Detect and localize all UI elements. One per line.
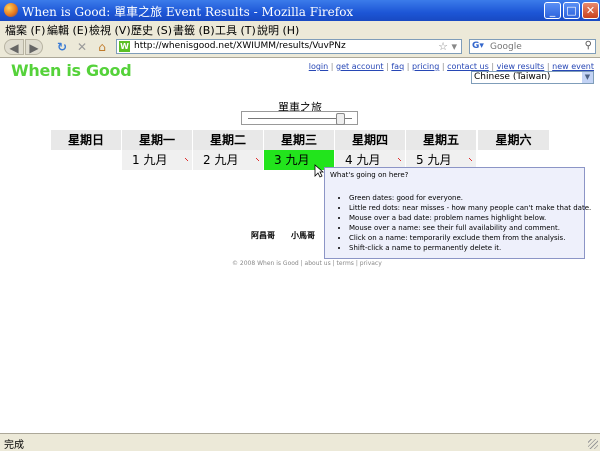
participant-name-1[interactable]: 阿昌哥 <box>251 230 275 241</box>
day-header-friday: 星期五 <box>406 130 476 150</box>
title-bar: When is Good: 單車之旅 Event Results - Mozil… <box>0 0 600 21</box>
slider-thumb[interactable] <box>335 113 345 125</box>
footer: © 2008 When is Good | about us | terms |… <box>232 260 382 267</box>
reload-icon[interactable]: ↻ <box>54 39 70 55</box>
date-cell-1[interactable]: 1 九月 <box>122 150 192 170</box>
url-text[interactable]: http://whenisgood.net/XWIUMM/results/Vuv… <box>134 41 346 51</box>
menu-bookmarks[interactable]: 書籤 (B) <box>173 22 215 38</box>
help-item: Shift-click a name to permanently delete… <box>349 243 591 253</box>
date-label: 3 九月 <box>274 153 310 167</box>
stop-icon[interactable]: ✕ <box>74 39 90 55</box>
window-title: When is Good: 單車之旅 Event Results - Mozil… <box>22 5 354 19</box>
status-bar: 完成 <box>0 433 600 451</box>
navigation-bar: ◀ ▶ ↻ ✕ ⌂ W http://whenisgood.net/XWIUMM… <box>0 37 600 58</box>
help-item: Green dates: good for everyone. <box>349 193 591 203</box>
day-header-sunday: 星期日 <box>51 130 121 150</box>
new-event-link[interactable]: new event <box>552 62 594 71</box>
near-miss-dot <box>469 158 472 161</box>
maximize-button[interactable]: □ <box>563 2 580 19</box>
menu-tools[interactable]: 工具 (T) <box>215 22 256 38</box>
search-icon[interactable]: ⚲ <box>585 40 592 51</box>
forward-icon[interactable]: ▶ <box>25 39 43 55</box>
menu-history[interactable]: 歷史 (S) <box>131 22 172 38</box>
login-link[interactable]: login <box>309 62 329 71</box>
address-bar[interactable]: W http://whenisgood.net/XWIUMM/results/V… <box>116 39 462 54</box>
date-cell-2[interactable]: 2 九月 <box>193 150 263 170</box>
top-links: login | get account | faq | pricing | co… <box>308 62 594 71</box>
chevron-down-icon[interactable]: ▼ <box>582 72 593 83</box>
resize-grip-icon[interactable] <box>588 439 598 449</box>
near-miss-dot <box>398 158 401 161</box>
site-favicon-icon: W <box>119 41 130 52</box>
language-select[interactable]: Chinese (Taiwan) ▼ <box>471 71 594 84</box>
help-item: Mouse over a bad date: problem names hig… <box>349 213 591 223</box>
help-list: Green dates: good for everyone. Little r… <box>339 193 591 253</box>
date-label: 1 九月 <box>132 153 168 167</box>
day-header-monday: 星期一 <box>122 130 192 150</box>
help-item: Mouse over a name: see their full availa… <box>349 223 591 233</box>
faq-link[interactable]: faq <box>391 62 404 71</box>
help-item: Click on a name: temporarily exclude the… <box>349 233 591 243</box>
back-icon[interactable]: ◀ <box>4 39 24 55</box>
help-popup: What's going on here? Green dates: good … <box>324 167 591 259</box>
google-engine-icon[interactable]: G▾ <box>472 41 484 51</box>
contact-us-link[interactable]: contact us <box>447 62 489 71</box>
firefox-icon <box>4 3 18 17</box>
day-header-thursday: 星期四 <box>335 130 405 150</box>
menu-view[interactable]: 檢視 (V) <box>89 22 131 38</box>
menu-file[interactable]: 檔案 (F) <box>5 22 45 38</box>
site-logo[interactable]: When is Good <box>11 61 132 80</box>
home-icon[interactable]: ⌂ <box>94 39 110 55</box>
language-value: Chinese (Taiwan) <box>474 72 551 82</box>
threshold-slider[interactable] <box>241 111 358 125</box>
status-text: 完成 <box>4 440 24 451</box>
menu-bar: 檔案 (F) 編輯 (E) 檢視 (V) 歷史 (S) 書籤 (B) 工具 (T… <box>0 21 600 38</box>
near-miss-dot <box>185 158 188 161</box>
search-box[interactable]: G▾ ⚲ <box>469 39 596 54</box>
bookmark-star-icon[interactable]: ☆ ▾ <box>438 40 457 53</box>
day-header-tuesday: 星期二 <box>193 130 263 150</box>
day-header-saturday: 星期六 <box>478 130 549 150</box>
menu-help[interactable]: 說明 (H) <box>257 22 299 38</box>
date-label: 2 九月 <box>203 153 239 167</box>
close-button[interactable]: ✕ <box>582 2 599 19</box>
get-account-link[interactable]: get account <box>336 62 384 71</box>
participant-name-2[interactable]: 小馬哥 <box>291 230 315 241</box>
minimize-button[interactable]: _ <box>544 2 561 19</box>
help-item: Little red dots: near misses - how many … <box>349 203 591 213</box>
pricing-link[interactable]: pricing <box>412 62 439 71</box>
day-header-wednesday: 星期三 <box>264 130 334 150</box>
near-miss-dot <box>256 158 259 161</box>
view-results-link[interactable]: view results <box>497 62 545 71</box>
search-input[interactable] <box>490 41 575 52</box>
menu-edit[interactable]: 編輯 (E) <box>47 22 88 38</box>
mouse-cursor-icon <box>314 164 324 178</box>
popup-title: What's going on here? <box>330 171 409 179</box>
